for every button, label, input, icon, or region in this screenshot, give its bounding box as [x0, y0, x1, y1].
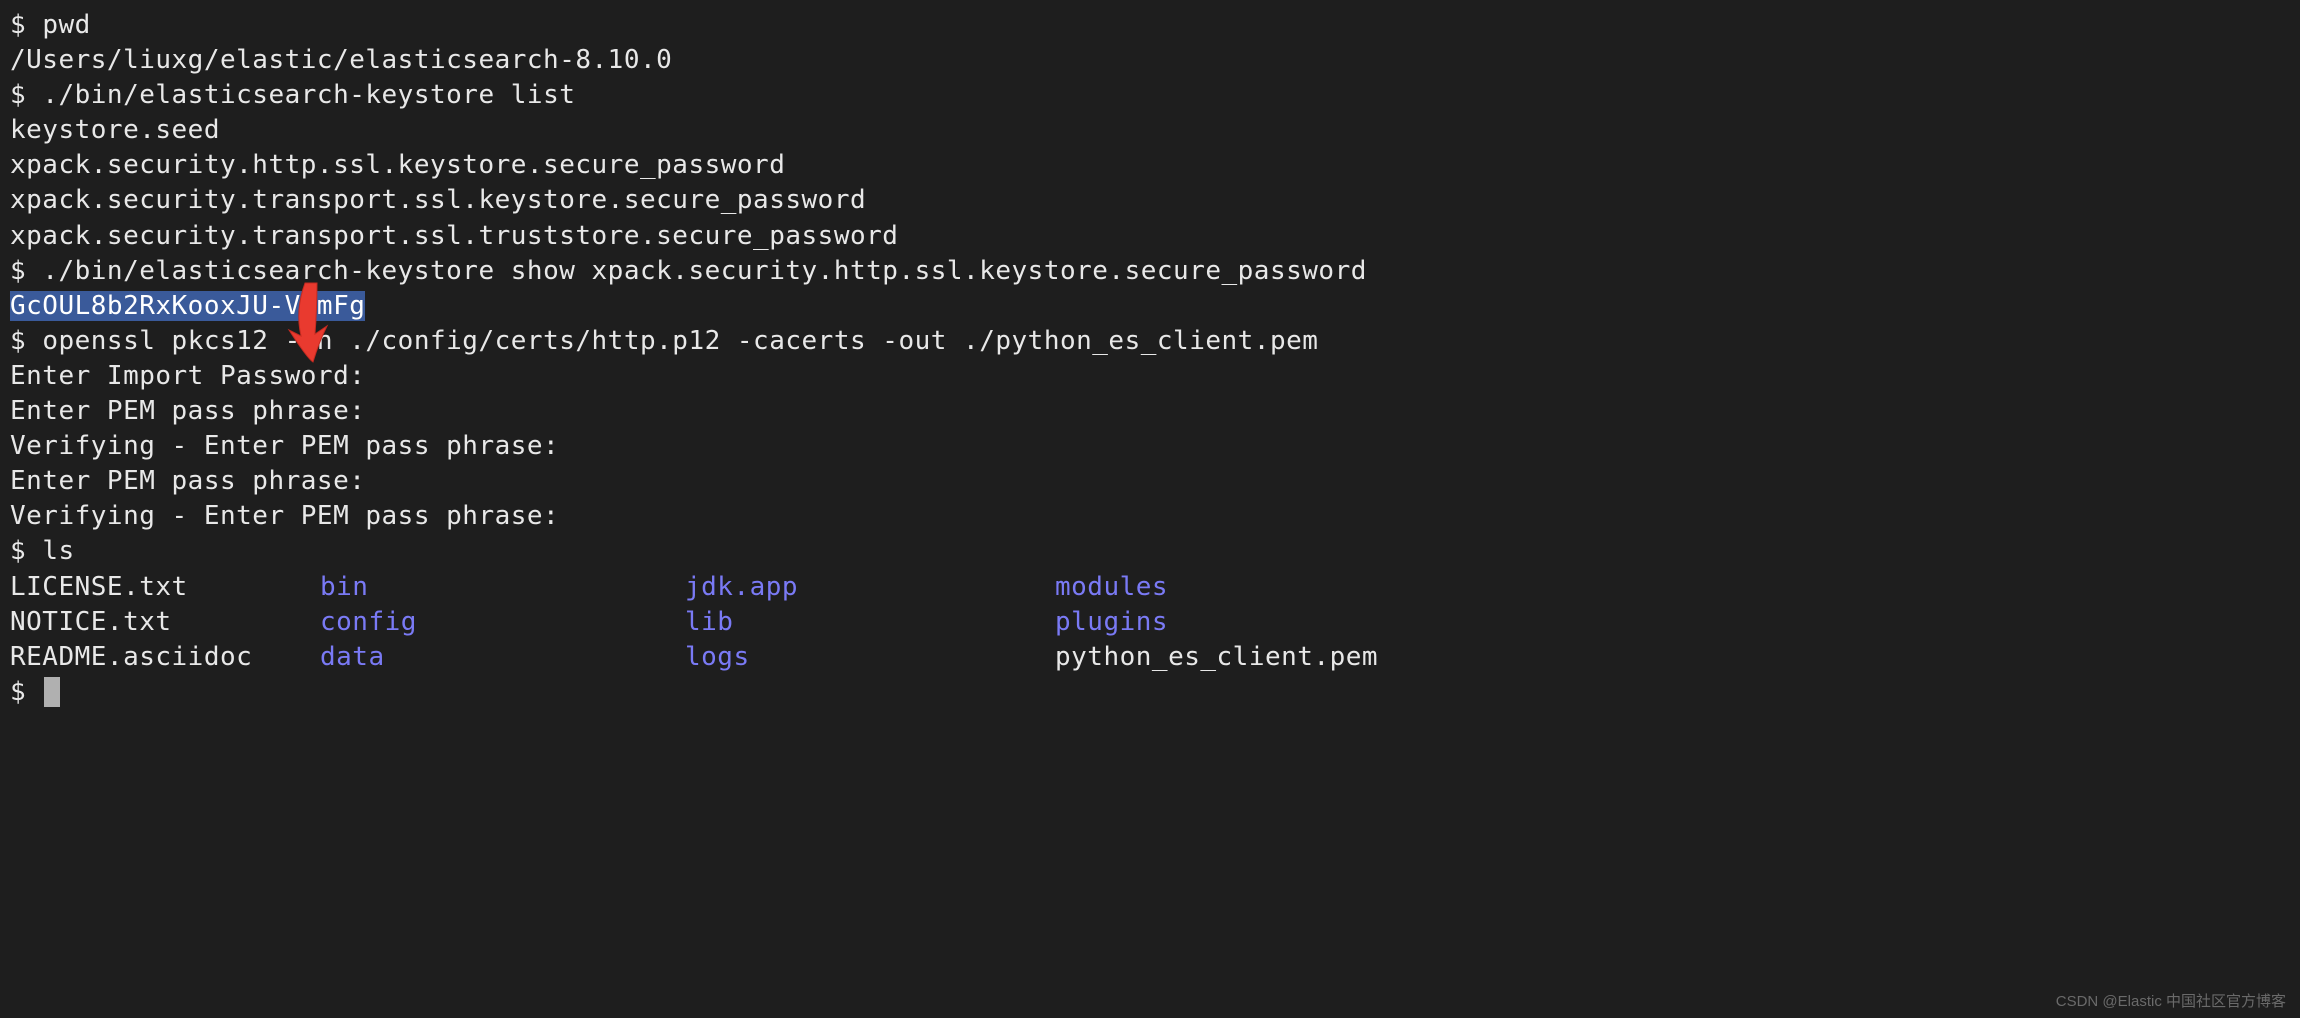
prompt: $: [10, 677, 42, 707]
command-keystore-show: ./bin/elasticsearch-keystore show xpack.…: [42, 256, 1367, 286]
command-ls: ls: [42, 536, 74, 566]
output-verify-pem-phrase: Verifying - Enter PEM pass phrase:: [10, 499, 2290, 534]
output-enter-import-password: Enter Import Password:: [10, 359, 2290, 394]
cursor-icon: [44, 677, 60, 707]
output-enter-pem-phrase: Enter PEM pass phrase:: [10, 464, 2290, 499]
ls-dir: data: [320, 640, 685, 675]
terminal-prompt-active[interactable]: $: [10, 675, 2290, 710]
ls-file: LICENSE.txt: [10, 570, 320, 605]
terminal-line: $ openssl pkcs12 -in ./config/certs/http…: [10, 324, 2290, 359]
ls-dir: logs: [685, 640, 1055, 675]
output-password-highlighted: GcOUL8b2RxKooxJU-VymFg: [10, 289, 2290, 324]
output-enter-pem-phrase: Enter PEM pass phrase:: [10, 394, 2290, 429]
terminal-line: $ ls: [10, 534, 2290, 569]
ls-dir: jdk.app: [685, 570, 1055, 605]
output-verify-pem-phrase: Verifying - Enter PEM pass phrase:: [10, 429, 2290, 464]
prompt: $: [10, 80, 42, 110]
command-pwd: pwd: [42, 10, 90, 40]
terminal-line: $ ./bin/elasticsearch-keystore list: [10, 78, 2290, 113]
ls-dir: lib: [685, 605, 1055, 640]
prompt: $: [10, 326, 42, 356]
ls-dir: config: [320, 605, 685, 640]
ls-output: LICENSE.txt bin jdk.app modules NOTICE.t…: [10, 570, 2290, 675]
terminal-line: $ ./bin/elasticsearch-keystore show xpac…: [10, 254, 2290, 289]
command-keystore-list: ./bin/elasticsearch-keystore list: [42, 80, 575, 110]
command-openssl: openssl pkcs12 -in ./config/certs/http.p…: [42, 326, 1318, 356]
ls-dir: modules: [1055, 570, 2290, 605]
output-keystore-http: xpack.security.http.ssl.keystore.secure_…: [10, 148, 2290, 183]
prompt: $: [10, 10, 42, 40]
terminal-line: $ pwd: [10, 8, 2290, 43]
output-pwd: /Users/liuxg/elastic/elasticsearch-8.10.…: [10, 43, 2290, 78]
ls-dir: bin: [320, 570, 685, 605]
ls-dir: plugins: [1055, 605, 2290, 640]
highlighted-password[interactable]: GcOUL8b2RxKooxJU-VymFg: [10, 291, 365, 321]
ls-file: python_es_client.pem: [1055, 640, 2290, 675]
output-keystore-seed: keystore.seed: [10, 113, 2290, 148]
output-keystore-truststore: xpack.security.transport.ssl.truststore.…: [10, 219, 2290, 254]
prompt: $: [10, 256, 42, 286]
ls-file: NOTICE.txt: [10, 605, 320, 640]
output-keystore-transport: xpack.security.transport.ssl.keystore.se…: [10, 183, 2290, 218]
prompt: $: [10, 536, 42, 566]
ls-file: README.asciidoc: [10, 640, 320, 675]
watermark-text: CSDN @Elastic 中国社区官方博客: [2056, 992, 2286, 1012]
